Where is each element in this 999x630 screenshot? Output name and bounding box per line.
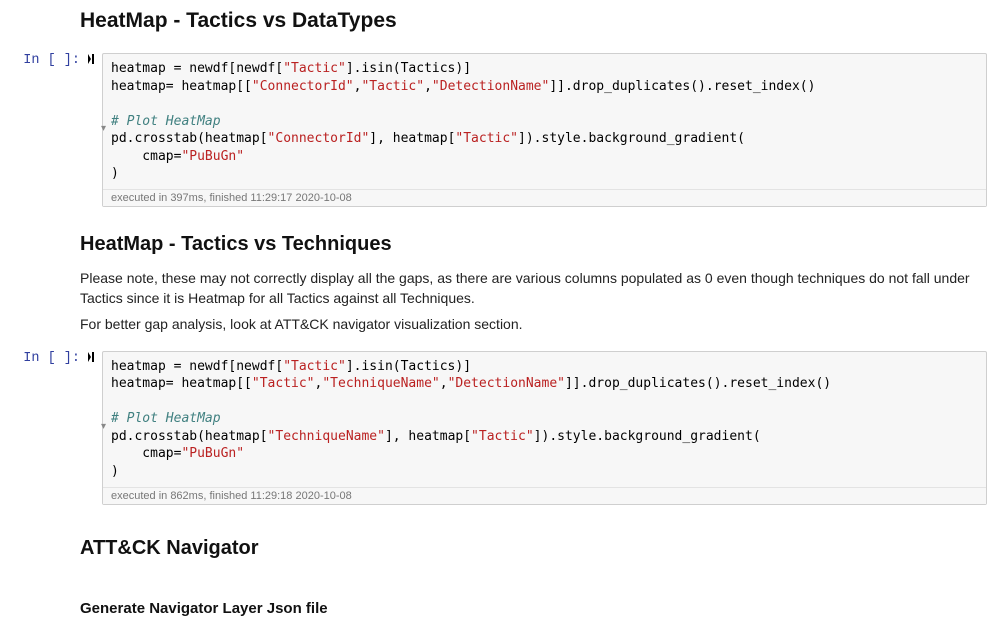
input-prompt: In [ ]:	[0, 48, 80, 212]
prompt	[0, 212, 80, 346]
prompt	[0, 510, 80, 577]
code-input-area[interactable]: ▾ heatmap = newdf[newdf["Tactic"].isin(T…	[102, 351, 987, 505]
markdown-cell: ATT&CK Navigator	[0, 510, 999, 577]
section-heading: ATT&CK Navigator	[80, 537, 987, 560]
run-icon[interactable]	[88, 352, 94, 362]
run-cell-control[interactable]	[80, 48, 102, 212]
code-input-area[interactable]: ▾ heatmap = newdf[newdf["Tactic"].isin(T…	[102, 53, 987, 207]
fold-marker-icon[interactable]: ▾	[101, 422, 106, 432]
code-cell: In [ ]: ▾ heatmap = newdf[newdf["Tactic"…	[0, 48, 999, 212]
code-text[interactable]: heatmap = newdf[newdf["Tactic"].isin(Tac…	[111, 60, 980, 183]
section-subheading: Generate Navigator Layer Json file	[80, 600, 987, 617]
section-heading: HeatMap - Tactics vs DataTypes	[80, 9, 987, 33]
execution-info: executed in 862ms, finished 11:29:18 202…	[103, 487, 986, 504]
section-heading: HeatMap - Tactics vs Techniques	[80, 233, 987, 256]
code-cell: In [ ]: ▾ heatmap = newdf[newdf["Tactic"…	[0, 346, 999, 510]
markdown-cell: HeatMap - Tactics vs DataTypes	[0, 0, 999, 48]
run-cell-control[interactable]	[80, 346, 102, 510]
execution-info: executed in 397ms, finished 11:29:17 202…	[103, 189, 986, 206]
markdown-cell: Generate Navigator Layer Json file	[0, 577, 999, 630]
run-icon[interactable]	[88, 54, 94, 64]
code-text[interactable]: heatmap = newdf[newdf["Tactic"].isin(Tac…	[111, 358, 980, 481]
notebook: HeatMap - Tactics vs DataTypes In [ ]: ▾…	[0, 0, 999, 630]
paragraph: For better gap analysis, look at ATT&CK …	[80, 314, 987, 334]
input-prompt: In [ ]:	[0, 346, 80, 510]
fold-marker-icon[interactable]: ▾	[101, 124, 106, 134]
paragraph: Please note, these may not correctly dis…	[80, 268, 987, 309]
prompt	[0, 577, 80, 630]
markdown-cell: HeatMap - Tactics vs Techniques Please n…	[0, 212, 999, 346]
prompt	[0, 0, 80, 48]
